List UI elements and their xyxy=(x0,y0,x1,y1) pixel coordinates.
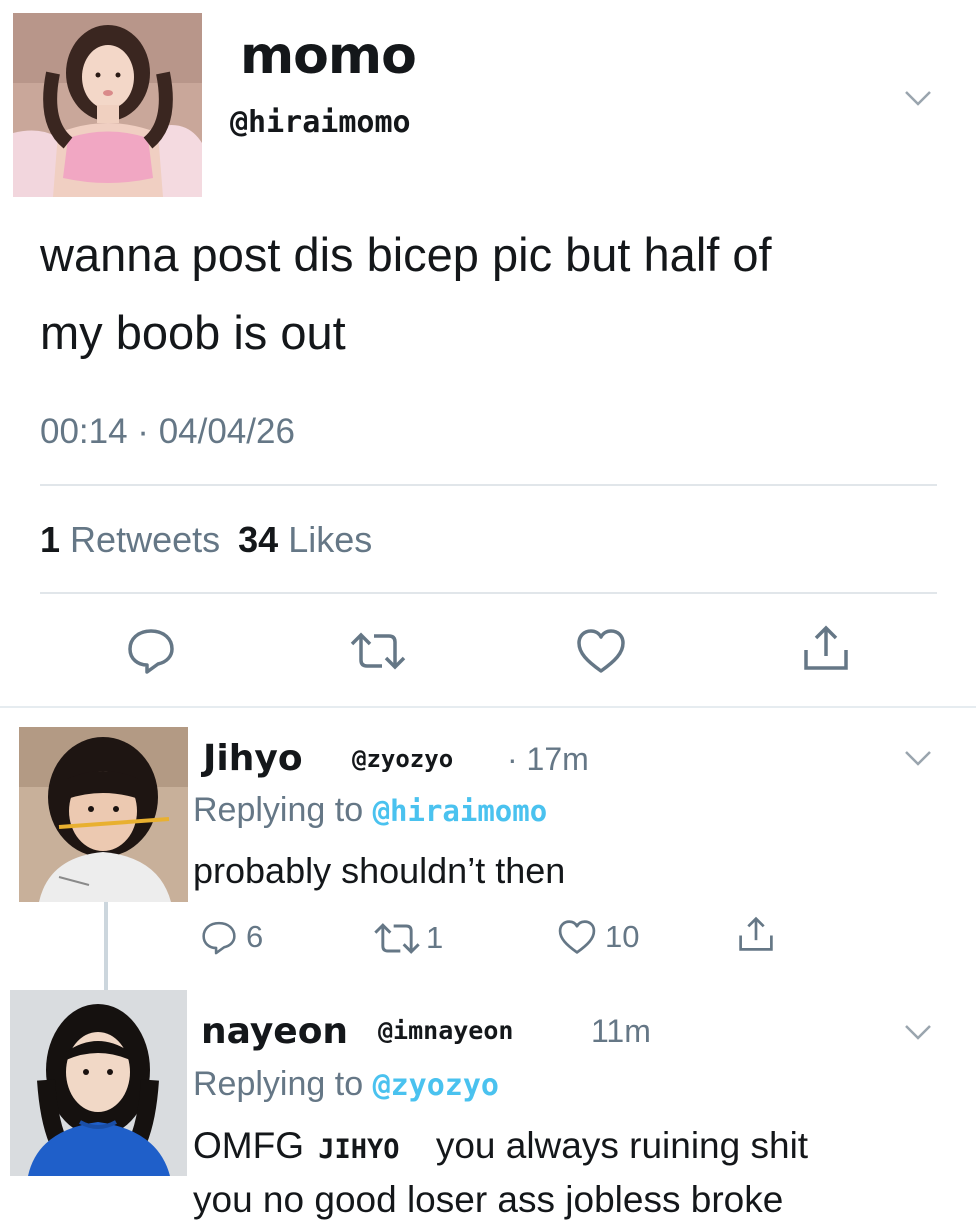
tweet-text-line2: my boob is out xyxy=(40,306,346,359)
tweet-stats: 1 Retweets 34 Likes xyxy=(40,520,372,560)
divider xyxy=(40,592,937,594)
heart-icon[interactable] xyxy=(575,627,627,675)
reply-handle[interactable]: @zyozyo xyxy=(352,744,453,774)
replying-to-handle[interactable]: @zyozyo xyxy=(373,1068,499,1103)
heart-icon xyxy=(558,920,596,954)
chevron-down-icon[interactable] xyxy=(903,1022,933,1042)
avatar-jihyo-photo xyxy=(19,727,188,902)
avatar-nayeon[interactable] xyxy=(10,990,187,1176)
reply-action[interactable]: 6 xyxy=(200,918,263,956)
reply-text: OMFG JIHYO you always ruining shit xyxy=(193,1124,808,1172)
chevron-down-icon[interactable] xyxy=(903,88,933,108)
reply-text: probably shouldn’t then xyxy=(193,850,566,891)
replying-to-label: Replying to xyxy=(193,791,364,829)
tweet-text: wanna post dis bicep pic but half of my … xyxy=(40,216,772,372)
reply-time: 11m xyxy=(591,1013,651,1049)
reply-icon[interactable] xyxy=(125,625,177,675)
avatar-jihyo[interactable] xyxy=(19,727,188,902)
like-action[interactable]: 10 xyxy=(557,918,639,956)
reply-display-name[interactable]: Jihyo xyxy=(203,738,303,780)
reply-handle[interactable]: @imnayeon xyxy=(378,1016,513,1046)
thread-line xyxy=(104,902,108,990)
retweet-icon[interactable] xyxy=(348,630,408,672)
reply-text-line2: you no good loser ass jobless broke xyxy=(193,1179,784,1220)
divider xyxy=(0,706,976,708)
tweet-display-name[interactable]: momo xyxy=(240,26,417,86)
avatar-momo[interactable] xyxy=(13,13,202,197)
reply-display-name[interactable]: nayeon xyxy=(201,1010,348,1054)
replying-to: Replying to @hiraimomo xyxy=(193,790,547,831)
share-icon[interactable] xyxy=(800,624,852,672)
reply-text-part1: OMFG xyxy=(193,1125,304,1166)
retweets-label[interactable]: Retweets xyxy=(70,519,220,560)
likes-count[interactable]: 34 xyxy=(238,519,278,560)
avatar-momo-photo xyxy=(13,13,202,197)
divider xyxy=(40,484,937,486)
likes-label[interactable]: Likes xyxy=(288,519,372,560)
replying-to: Replying to @zyozyo xyxy=(193,1064,499,1106)
avatar-nayeon-photo xyxy=(10,990,187,1176)
share-icon[interactable] xyxy=(736,915,776,953)
reply-icon xyxy=(202,921,236,955)
reply-text-part2: you always ruining shit xyxy=(435,1125,809,1166)
retweet-action[interactable]: 1 xyxy=(372,920,443,956)
like-count: 10 xyxy=(605,919,640,954)
tweet-handle[interactable]: @hiraimomo xyxy=(230,106,411,140)
reply-text-name: JIHYO xyxy=(318,1134,400,1165)
chevron-down-icon[interactable] xyxy=(903,748,933,768)
reply-time: · 17m xyxy=(507,741,589,777)
retweet-count: 1 xyxy=(426,920,444,955)
replying-to-handle[interactable]: @hiraimomo xyxy=(373,794,548,828)
tweet-timestamp: 00:14 · 04/04/26 xyxy=(40,412,295,451)
replying-to-label: Replying to xyxy=(193,1065,364,1103)
tweet-text-line1: wanna post dis bicep pic but half of xyxy=(40,228,772,281)
retweet-icon xyxy=(374,922,420,954)
reply-count: 6 xyxy=(246,919,264,954)
retweets-count[interactable]: 1 xyxy=(40,519,60,560)
